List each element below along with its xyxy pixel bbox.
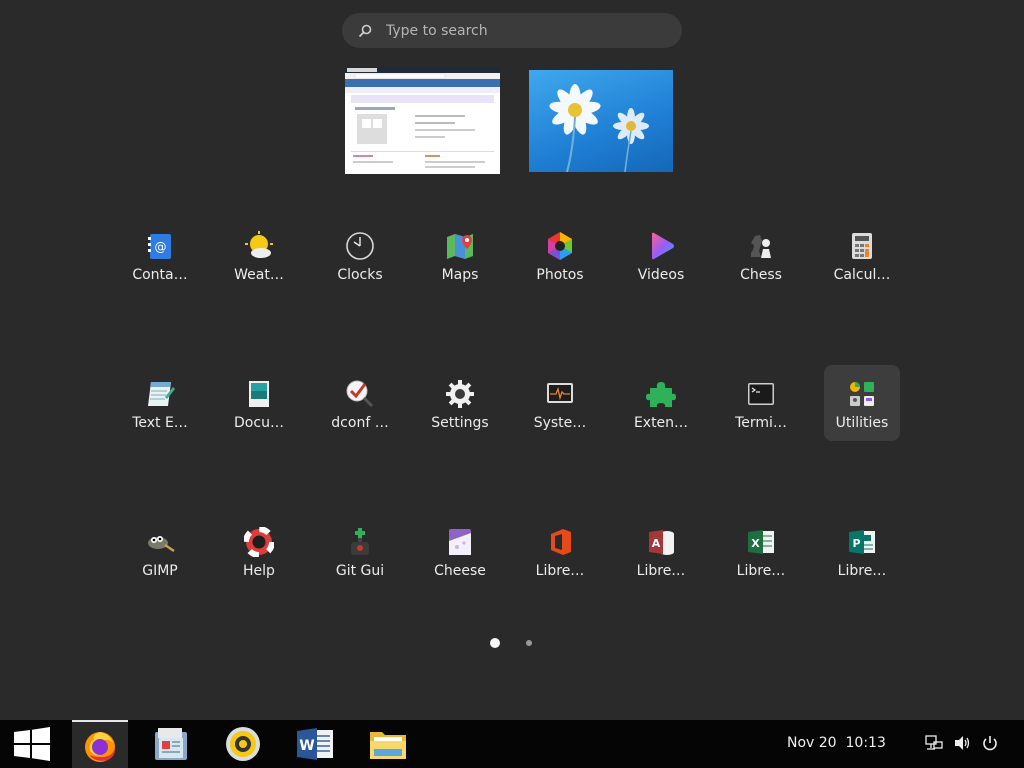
maps-icon [445,231,475,261]
svg-text:@: @ [155,240,167,254]
app-label: Maps [441,267,479,283]
app-label: Libre… [736,563,786,579]
extensions-icon [646,379,676,409]
app-terminal[interactable]: Termi… [723,365,799,441]
clocks-icon [345,231,375,261]
access-icon: A [646,527,676,557]
app-libre-publisher[interactable]: P Libre… [824,513,900,589]
app-label: Docu… [234,415,284,431]
app-label: Libre… [636,563,686,579]
clock-time: 10:13 [845,735,886,751]
app-label: Weat… [234,267,284,283]
app-git-gui[interactable]: Git Gui [322,513,398,589]
app-label: Text E… [132,415,188,431]
videos-icon [646,231,676,261]
app-label: Help [243,563,275,579]
app-text-editor[interactable]: Text E… [122,365,198,441]
app-extensions[interactable]: Exten… [623,365,699,441]
app-system-monitor[interactable]: Syste… [522,365,598,441]
svg-text:X: X [751,537,760,550]
svg-text:P: P [852,537,860,550]
app-label: Videos [637,267,685,283]
app-label: Clocks [337,267,383,283]
office-icon [545,527,575,557]
document-viewer-icon [244,379,274,409]
system-monitor-icon [545,379,575,409]
gimp-icon [145,527,175,557]
audio-player-icon [226,727,260,761]
app-label: Syste… [533,415,587,431]
app-label: dconf … [331,415,389,431]
text-editor-icon [145,379,175,409]
app-grid: @ Conta… Weat… Clocks Maps Photos Videos [0,0,1024,700]
cheese-icon [445,527,475,557]
page-dot[interactable] [526,640,532,646]
app-label: Utilities [835,415,889,431]
taskbar-file-manager[interactable] [143,720,199,768]
app-gimp[interactable]: GIMP [122,513,198,589]
terminal-icon [746,379,776,409]
excel-icon: X [746,527,776,557]
app-calculator[interactable]: Calcul… [824,217,900,293]
file-manager-icon [155,728,187,760]
app-label: GIMP [142,563,178,579]
taskbar-clock[interactable]: Nov 20 10:13 [787,735,886,751]
clock-date: Nov 20 [787,735,837,751]
power-icon[interactable] [981,734,999,752]
app-label: Termi… [735,415,787,431]
contacts-icon: @ [145,231,175,261]
app-label: Conta… [132,267,188,283]
app-contacts[interactable]: @ Conta… [122,217,198,293]
dconf-editor-icon [345,379,375,409]
app-label: Chess [740,267,782,283]
weather-icon [244,231,274,261]
start-icon [14,727,50,761]
app-label: Cheese [434,563,486,579]
publisher-icon: P [847,527,877,557]
network-icon[interactable] [925,734,943,752]
svg-text:A: A [652,537,661,550]
volume-icon[interactable] [953,734,971,752]
taskbar-audio-player[interactable] [215,720,271,768]
settings-icon [445,379,475,409]
app-libre-calc[interactable]: X Libre… [723,513,799,589]
page-indicator [488,637,548,649]
taskbar-word[interactable]: W [287,720,343,768]
taskbar-folder[interactable] [360,720,416,768]
app-label: Git Gui [335,563,385,579]
app-label: Calcul… [833,267,891,283]
app-label: Exten… [633,415,689,431]
word-icon: W [297,728,333,760]
app-label: Libre… [535,563,585,579]
taskbar-firefox[interactable] [72,720,128,768]
app-label: Settings [431,415,489,431]
app-settings[interactable]: Settings [422,365,498,441]
git-gui-icon [345,527,375,557]
chess-icon [746,231,776,261]
app-clocks[interactable]: Clocks [322,217,398,293]
app-document-viewer[interactable]: Docu… [221,365,297,441]
app-videos[interactable]: Videos [623,217,699,293]
app-label: Libre… [837,563,887,579]
app-chess[interactable]: Chess [723,217,799,293]
app-libre-office[interactable]: Libre… [522,513,598,589]
page-dot-current[interactable] [490,638,500,648]
utilities-folder-icon [847,379,877,409]
calculator-icon [847,231,877,261]
help-icon [244,527,274,557]
app-weather[interactable]: Weat… [221,217,297,293]
start-button[interactable] [4,720,60,768]
app-maps[interactable]: Maps [422,217,498,293]
app-cheese[interactable]: Cheese [422,513,498,589]
app-dconf-editor[interactable]: dconf … [322,365,398,441]
app-label: Photos [536,267,584,283]
app-photos[interactable]: Photos [522,217,598,293]
svg-text:W: W [299,738,314,754]
photos-icon [545,231,575,261]
firefox-icon [85,732,116,762]
app-help[interactable]: Help [221,513,297,589]
app-utilities-folder[interactable]: Utilities [824,365,900,441]
app-libre-base[interactable]: A Libre… [623,513,699,589]
folder-icon [370,732,406,759]
